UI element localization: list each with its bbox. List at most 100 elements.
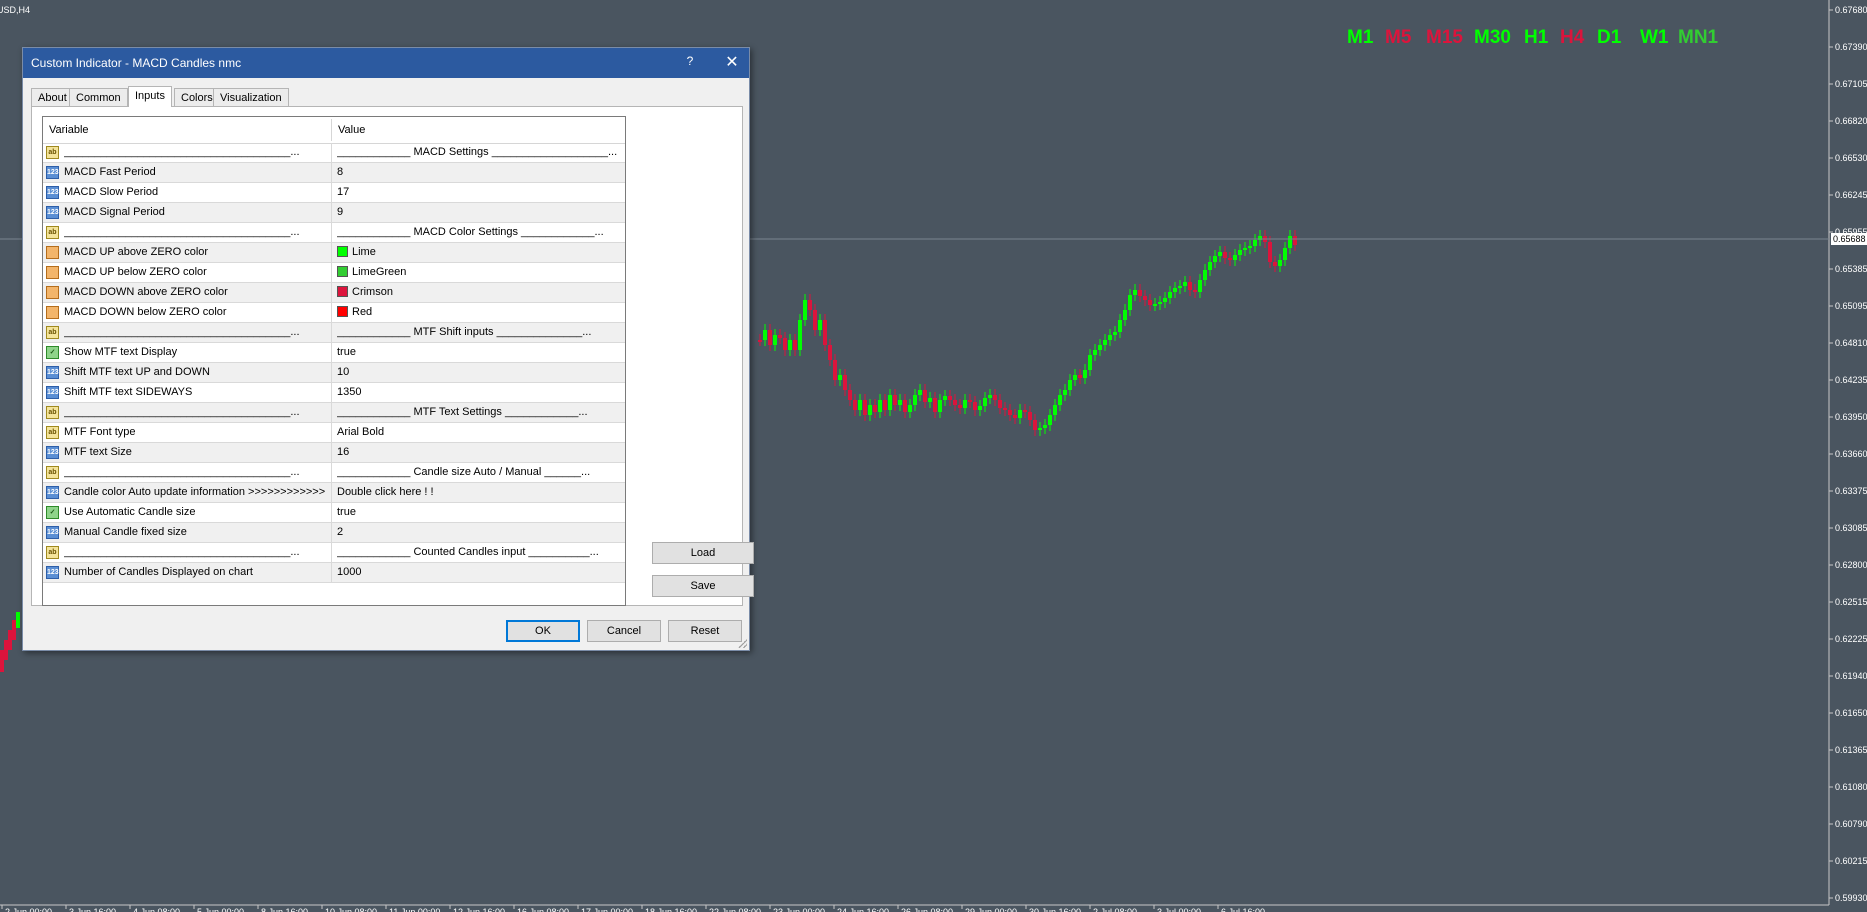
timeframe-h4[interactable]: H4 xyxy=(1560,27,1585,48)
ok-button[interactable]: OK xyxy=(506,620,580,642)
candle-body xyxy=(1183,282,1187,286)
variable-value[interactable]: Double click here ! ! xyxy=(337,483,621,502)
table-row[interactable]: ab _____________________________________.… xyxy=(43,403,625,423)
table-row[interactable]: MACD DOWN above ZERO color Crimson xyxy=(43,283,625,303)
time-label: 29 Jun 00:00 xyxy=(965,907,1017,912)
timeframe-m5[interactable]: M5 xyxy=(1385,27,1412,48)
tab-inputs[interactable]: Inputs xyxy=(128,86,172,107)
timeframe-d1[interactable]: D1 xyxy=(1597,27,1622,48)
time-label: 6 Jul 16:00 xyxy=(1221,907,1265,912)
variable-value[interactable]: 9 xyxy=(337,203,621,222)
variable-value[interactable]: 1000 xyxy=(337,563,621,582)
variable-value[interactable]: ____________ MTF Text Settings _________… xyxy=(337,403,621,422)
table-row[interactable]: 123 MTF text Size 16 xyxy=(43,443,625,463)
variable-value[interactable]: 10 xyxy=(337,363,621,382)
number-type-icon: 123 xyxy=(46,166,59,179)
variable-value[interactable]: Crimson xyxy=(337,283,621,302)
save-button[interactable]: Save xyxy=(652,575,754,597)
column-header-variable[interactable]: Variable xyxy=(43,117,89,143)
table-row[interactable]: ab _____________________________________.… xyxy=(43,463,625,483)
variable-value[interactable]: ____________ MACD Color Settings _______… xyxy=(337,223,621,242)
table-row[interactable]: ab _____________________________________.… xyxy=(43,543,625,563)
candle-body xyxy=(808,300,812,310)
table-row[interactable]: ab _____________________________________.… xyxy=(43,143,625,163)
inputs-grid[interactable]: Variable Value ab _______________________… xyxy=(42,116,626,606)
price-label: 0.62800 xyxy=(1835,560,1867,570)
grid-rows: ab _____________________________________.… xyxy=(43,143,625,583)
table-row[interactable]: ab _____________________________________.… xyxy=(43,223,625,243)
variable-value[interactable]: true xyxy=(337,503,621,522)
column-header-value[interactable]: Value xyxy=(332,117,365,143)
candle-body xyxy=(778,335,782,338)
variable-value[interactable]: Red xyxy=(337,303,621,322)
value-text: 17 xyxy=(337,186,350,198)
time-label: 11 Jun 00:00 xyxy=(389,907,440,912)
reset-button[interactable]: Reset xyxy=(668,620,742,642)
variable-value[interactable]: true xyxy=(337,343,621,362)
variable-value[interactable]: 17 xyxy=(337,183,621,202)
candle-body xyxy=(1063,390,1067,395)
variable-name: Use Automatic Candle size xyxy=(64,506,196,518)
variable-value[interactable]: Arial Bold xyxy=(337,423,621,442)
cancel-button[interactable]: Cancel xyxy=(587,620,661,642)
dialog-titlebar[interactable]: Custom Indicator - MACD Candles nmc ? ✕ xyxy=(23,48,749,78)
text-type-icon: ab xyxy=(46,426,59,439)
table-row[interactable]: MACD UP above ZERO color Lime xyxy=(43,243,625,263)
timeframe-w1[interactable]: W1 xyxy=(1640,27,1669,48)
table-row[interactable]: ab MTF Font type Arial Bold xyxy=(43,423,625,443)
variable-value[interactable]: 8 xyxy=(337,163,621,182)
candle-body xyxy=(873,405,877,412)
variable-value[interactable]: Lime xyxy=(337,243,621,262)
table-row[interactable]: ab _____________________________________.… xyxy=(43,323,625,343)
candle-body xyxy=(1288,236,1292,248)
table-row[interactable]: MACD UP below ZERO color LimeGreen xyxy=(43,263,625,283)
candle-body xyxy=(1163,298,1167,302)
variable-value[interactable]: 2 xyxy=(337,523,621,542)
candle-body xyxy=(813,310,817,330)
value-text: Double click here ! ! xyxy=(337,486,434,498)
variable-name: Show MTF text Display xyxy=(64,346,178,358)
table-row[interactable]: MACD DOWN below ZERO color Red xyxy=(43,303,625,323)
variable-value[interactable]: LimeGreen xyxy=(337,263,621,282)
timeframe-m15[interactable]: M15 xyxy=(1426,27,1463,48)
table-row[interactable]: 123 Shift MTF text UP and DOWN 10 xyxy=(43,363,625,383)
tab-visualization[interactable]: Visualization xyxy=(213,88,289,106)
time-label: 18 Jun 16:00 xyxy=(645,907,697,912)
timeframe-h1[interactable]: H1 xyxy=(1524,27,1549,48)
timeframe-mn1[interactable]: MN1 xyxy=(1678,27,1719,48)
timeframe-m30[interactable]: M30 xyxy=(1474,27,1511,48)
cell-separator xyxy=(331,423,332,442)
table-row[interactable]: 123 Number of Candles Displayed on chart 1… xyxy=(43,563,625,583)
table-row[interactable]: 123 MACD Slow Period 17 xyxy=(43,183,625,203)
table-row[interactable]: 123 Shift MTF text SIDEWAYS 1350 xyxy=(43,383,625,403)
load-button[interactable]: Load xyxy=(652,542,754,564)
cell-separator xyxy=(331,563,332,582)
candle-body xyxy=(978,406,982,410)
variable-value[interactable]: ____________ MACD Settings _____________… xyxy=(337,143,621,162)
candle-body xyxy=(1173,288,1177,292)
help-icon[interactable]: ? xyxy=(675,54,705,72)
candle-body xyxy=(1143,296,1147,300)
resize-grip-icon[interactable] xyxy=(738,639,747,648)
variable-value[interactable]: ____________ Counted Candles input _____… xyxy=(337,543,621,562)
candle-body xyxy=(843,375,847,390)
variable-value[interactable]: ____________ MTF Shift inputs __________… xyxy=(337,323,621,342)
variable-value[interactable]: ____________ Candle size Auto / Manual _… xyxy=(337,463,621,482)
table-row[interactable]: 123 MACD Fast Period 8 xyxy=(43,163,625,183)
tab-common[interactable]: Common xyxy=(69,88,128,106)
candle-body xyxy=(1038,428,1042,430)
variable-value[interactable]: 16 xyxy=(337,443,621,462)
table-row[interactable]: ✓ Use Automatic Candle size true xyxy=(43,503,625,523)
timeframe-m1[interactable]: M1 xyxy=(1347,27,1374,48)
candle-body xyxy=(898,400,902,405)
table-row[interactable]: ✓ Show MTF text Display true xyxy=(43,343,625,363)
tab-about[interactable]: About xyxy=(31,88,74,106)
table-row[interactable]: 123 Candle color Auto update information … xyxy=(43,483,625,503)
table-row[interactable]: 123 MACD Signal Period 9 xyxy=(43,203,625,223)
table-row[interactable]: 123 Manual Candle fixed size 2 xyxy=(43,523,625,543)
candle-body xyxy=(963,400,967,408)
variable-value[interactable]: 1350 xyxy=(337,383,621,402)
candle-body xyxy=(1293,236,1297,245)
time-label: 23 Jun 00:00 xyxy=(773,907,825,912)
close-icon[interactable]: ✕ xyxy=(717,52,747,74)
